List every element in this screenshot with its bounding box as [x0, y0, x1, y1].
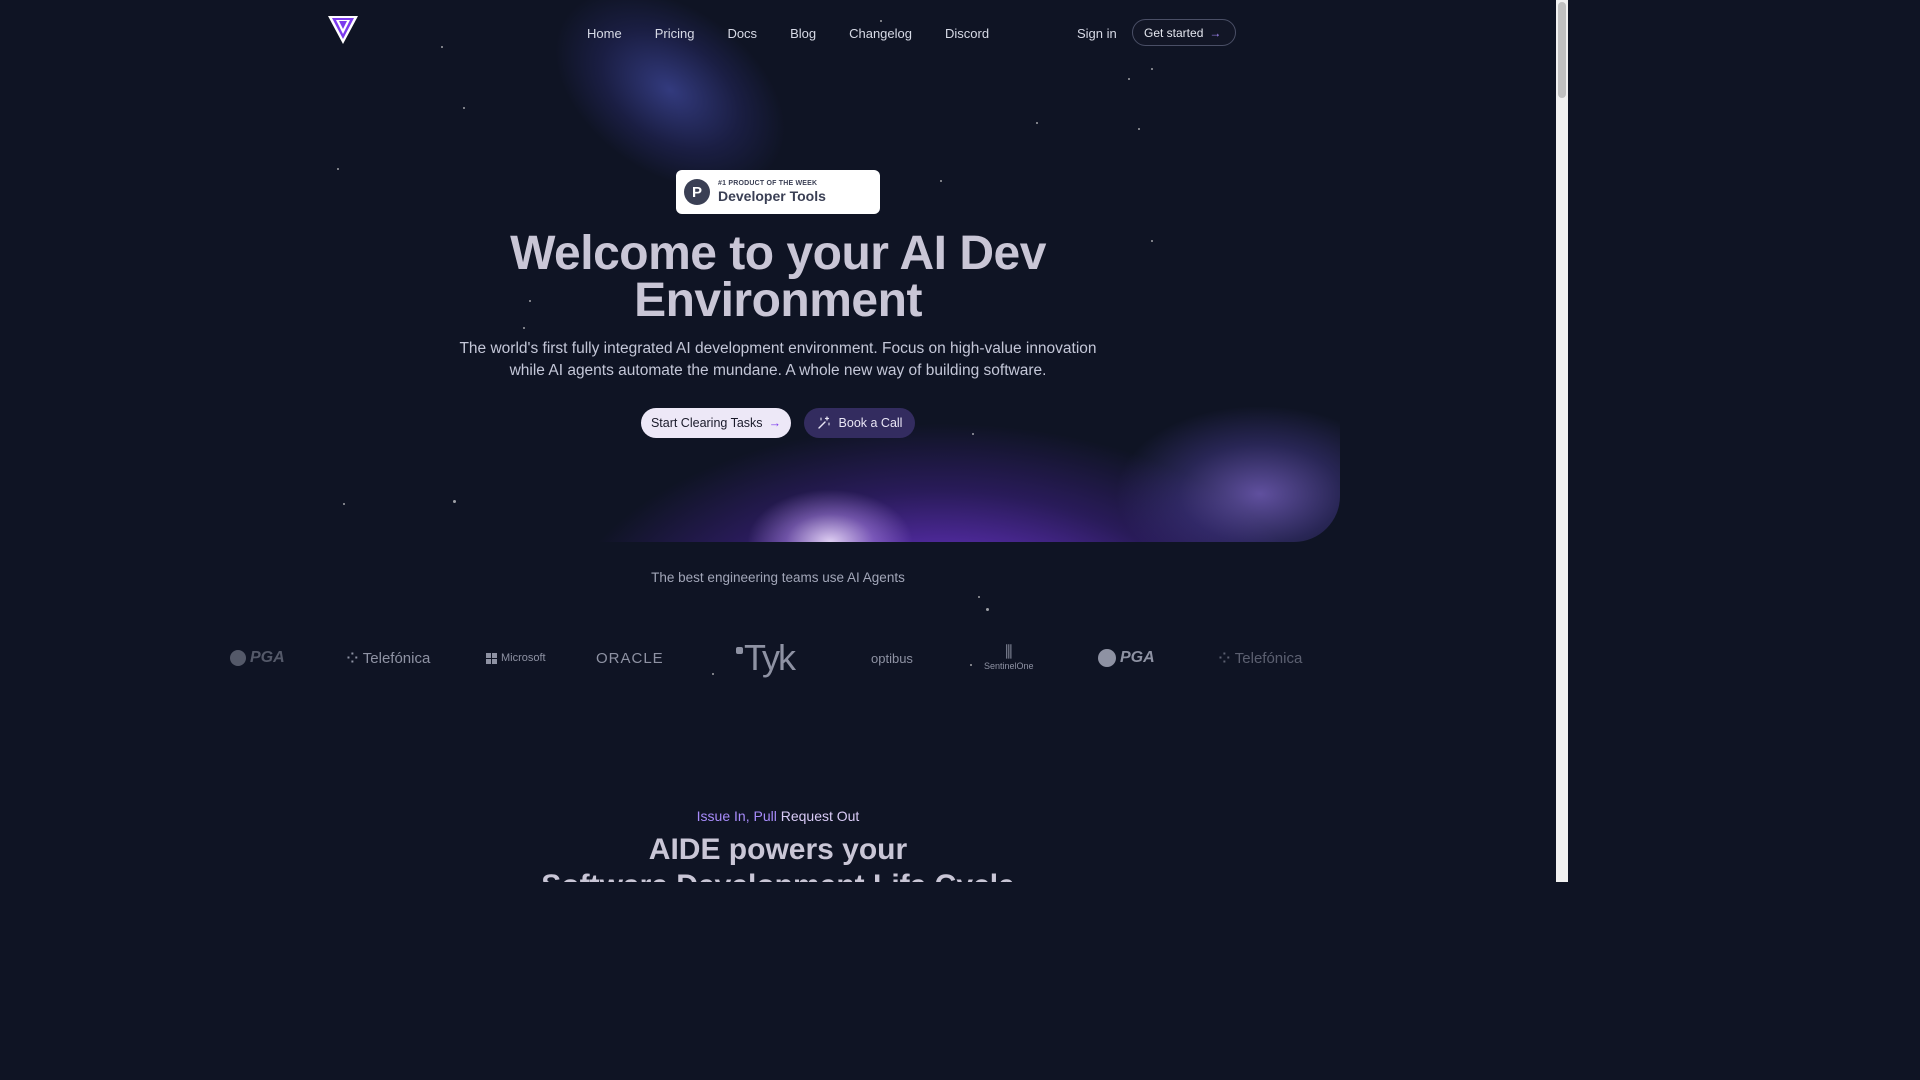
nav-home[interactable]: Home	[587, 26, 622, 41]
nav-changelog[interactable]: Changelog	[849, 26, 912, 41]
section-title-line1: AIDE powers your	[648, 833, 908, 866]
start-clearing-tasks-button[interactable]: Start Clearing Tasks →	[641, 408, 791, 438]
get-started-label: Get started	[1144, 25, 1204, 40]
star	[986, 608, 989, 611]
tyk-icon	[736, 647, 743, 654]
nav-blog[interactable]: Blog	[790, 26, 816, 41]
brand-telefonica-2: ⁘ Telefónica	[1216, 647, 1303, 670]
hero-subtitle: The world's first fully integrated AI de…	[428, 338, 1128, 382]
microsoft-icon	[486, 652, 497, 664]
nav-pricing[interactable]: Pricing	[655, 26, 695, 41]
star	[940, 180, 942, 182]
star	[453, 500, 456, 503]
eyebrow-part1: Issue In, Pull	[696, 808, 777, 824]
scrollbar-thumb[interactable]	[1558, 2, 1566, 98]
pga-icon	[1098, 649, 1116, 667]
hero-subtitle-line1: The world's first fully integrated AI de…	[459, 340, 1097, 357]
section-eyebrow: Issue In, Pull Request Out	[578, 808, 978, 824]
book-a-call-label: Book a Call	[838, 416, 903, 430]
teams-label: The best engineering teams use AI Agents	[651, 570, 905, 585]
telefonica-dots-icon: ⁘	[344, 647, 361, 670]
get-started-button[interactable]: Get started →	[1132, 19, 1237, 46]
star	[978, 596, 980, 598]
eyebrow-part2: Request Out	[780, 808, 860, 824]
scrollbar[interactable]	[1556, 0, 1568, 882]
brand-tyk: Tyk	[736, 637, 796, 678]
nav-links: Home Pricing Docs Blog Changelog Discord	[587, 26, 1022, 41]
brand-pga: PGA	[230, 638, 285, 678]
magic-wand-icon	[817, 416, 830, 429]
hero-subtitle-line2: while AI agents automate the mundane. A …	[509, 362, 1047, 379]
hero-title-line2: Environment	[634, 274, 922, 327]
product-hunt-icon: P	[684, 179, 710, 205]
brand-optibus: optibus	[871, 650, 913, 666]
hero-title: Welcome to your AI Dev Environment	[378, 227, 1178, 327]
pga-icon	[230, 650, 246, 666]
star	[463, 107, 465, 109]
star	[972, 433, 974, 435]
logo-icon[interactable]	[327, 15, 359, 45]
brand-pga-2: PGA	[1098, 638, 1155, 678]
sign-in-link[interactable]: Sign in	[1077, 26, 1117, 41]
badge-caption: #1 PRODUCT OF THE WEEK	[718, 180, 818, 187]
star	[523, 327, 525, 329]
arrow-right-icon: →	[1209, 25, 1222, 40]
badge-category: Developer Tools	[718, 188, 826, 204]
page: Home Pricing Docs Blog Changelog Discord…	[0, 0, 1556, 882]
brand-oracle: ORACLE	[596, 649, 664, 667]
star	[337, 168, 339, 170]
star	[1138, 128, 1140, 130]
brand-logos: PGA ⁘ Telefónica Microsoft ORACLE Tyk op…	[230, 637, 1310, 678]
brand-microsoft: Microsoft	[486, 638, 546, 678]
star	[343, 503, 345, 505]
nav-discord[interactable]: Discord	[945, 26, 989, 41]
brand-sentinelone: ⫼ SentinelOne	[984, 644, 1034, 672]
product-hunt-badge[interactable]: P #1 PRODUCT OF THE WEEK Developer Tools	[676, 170, 880, 214]
nav-docs[interactable]: Docs	[727, 26, 757, 41]
start-clearing-tasks-label: Start Clearing Tasks	[650, 416, 763, 430]
star	[1151, 68, 1153, 70]
section-title-line2: Software Development Life Cycle	[541, 869, 1014, 882]
hero-title-line1: Welcome to your AI Dev	[510, 227, 1046, 280]
top-nav: Home Pricing Docs Blog Changelog Discord…	[0, 0, 1556, 66]
section-title: AIDE powers your Software Development Li…	[378, 832, 1178, 882]
star	[1036, 122, 1038, 124]
star	[1128, 78, 1130, 80]
telefonica-dots-icon: ⁘	[1216, 647, 1233, 670]
sentinelone-icon: ⫼	[1005, 644, 1013, 661]
brand-telefonica: ⁘ Telefónica	[344, 647, 431, 670]
arrow-right-icon: →	[768, 416, 782, 430]
book-a-call-button[interactable]: Book a Call	[804, 408, 915, 438]
